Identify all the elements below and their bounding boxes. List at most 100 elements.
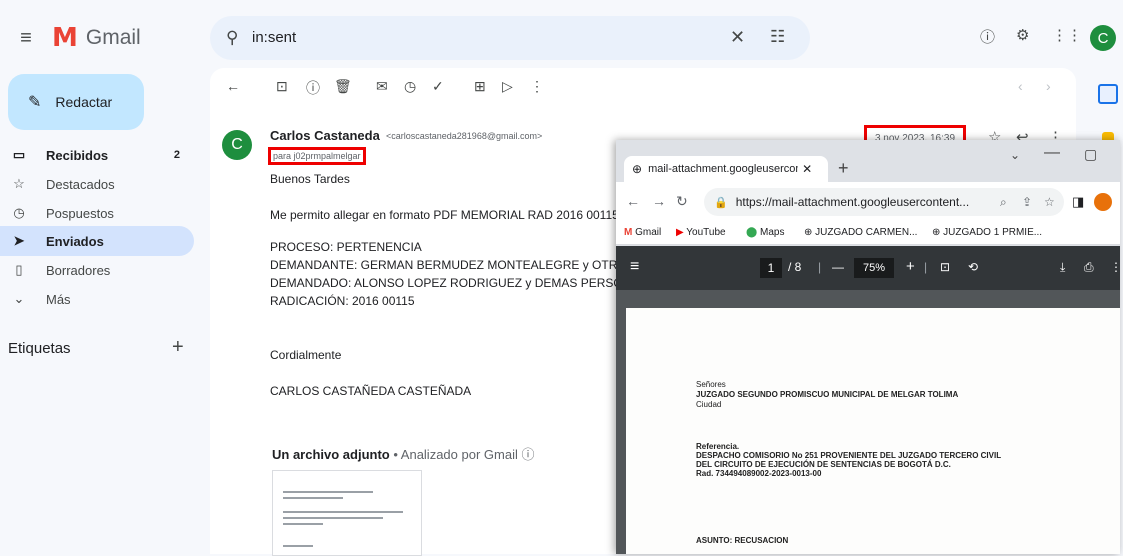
- browser-tab[interactable]: ⊕ mail-attachment.googleusercon ✕: [624, 156, 828, 182]
- compose-button[interactable]: ✎ Redactar: [8, 74, 144, 130]
- bookmark-youtube[interactable]: ▶ YouTube: [676, 227, 726, 238]
- sender-name[interactable]: Carlos Castaneda: [270, 128, 380, 143]
- zoom-level-input[interactable]: 75%: [854, 258, 894, 278]
- bookmarks-bar: M Gmail ▶ YouTube ⬤ Maps ⊕ JUZGADO CARME…: [616, 222, 1120, 245]
- pencil-icon: ✎: [28, 94, 42, 111]
- forward-icon[interactable]: →: [652, 193, 666, 209]
- separator: |: [924, 260, 928, 274]
- apps-grid-icon[interactable]: ⋮⋮: [1052, 26, 1082, 44]
- body-line: Me permito allegar en formato PDF MEMORI…: [270, 208, 619, 222]
- attachment-thumbnail[interactable]: [272, 470, 422, 556]
- unread-count: 2: [173, 149, 180, 161]
- search-input[interactable]: in:sent: [252, 29, 296, 46]
- clear-search-icon[interactable]: ✕: [730, 27, 745, 48]
- tab-search-chevron-icon[interactable]: ⌄: [1010, 148, 1020, 162]
- print-icon[interactable]: ⎙: [1084, 260, 1094, 275]
- app-name: Gmail: [85, 26, 141, 49]
- bookmark-label: JUZGADO CARMEN...: [815, 227, 918, 238]
- pdf-more-icon[interactable]: ⋮: [1110, 260, 1120, 274]
- more-options-icon[interactable]: ⋮: [530, 78, 544, 95]
- zoom-search-icon[interactable]: ⌕: [1000, 195, 1007, 210]
- bookmark-juzgado-carmen[interactable]: ⊕ JUZGADO CARMEN...: [804, 227, 917, 238]
- search-options-icon[interactable]: ☷: [770, 27, 785, 47]
- add-label-button[interactable]: +: [172, 336, 184, 359]
- maximize-icon[interactable]: ▢: [1084, 146, 1097, 163]
- newer-chevron-left-icon[interactable]: ‹: [1018, 78, 1023, 94]
- tab-title: mail-attachment.googleusercon: [648, 163, 799, 175]
- sidebar-item-inbox[interactable]: ▭ Recibidos 2: [0, 140, 194, 170]
- new-tab-icon[interactable]: +: [838, 158, 849, 179]
- gmail-logo[interactable]: M Gmail: [52, 22, 141, 54]
- profile-icon[interactable]: [1094, 193, 1112, 211]
- body-line: RADICACIÓN: 2016 00115: [270, 294, 415, 308]
- bookmark-label: JUZGADO 1 PRMIE...: [943, 227, 1043, 238]
- page-total: / 8: [788, 260, 802, 274]
- star-icon: ☆: [13, 176, 25, 191]
- calendar-side-icon[interactable]: [1098, 84, 1118, 104]
- zoom-in-icon[interactable]: +: [906, 258, 915, 275]
- older-chevron-right-icon[interactable]: ›: [1046, 78, 1051, 94]
- zoom-out-icon[interactable]: —: [832, 260, 844, 274]
- bookmark-gmail[interactable]: M Gmail: [624, 227, 661, 238]
- inbox-icon: ▭: [12, 147, 26, 162]
- sidebar-item-starred[interactable]: ☆ Destacados: [0, 169, 194, 199]
- attachment-title: Un archivo adjunto: [272, 447, 390, 462]
- browser-popup-window[interactable]: ⊕ mail-attachment.googleusercon ✕ + ⌄ — …: [616, 140, 1120, 554]
- bookmark-juzgado-1[interactable]: ⊕ JUZGADO 1 PRMIE...: [932, 227, 1042, 238]
- bookmark-star-icon[interactable]: ☆: [1044, 195, 1055, 209]
- search-bar[interactable]: ⚲ in:sent ✕ ☷: [210, 16, 810, 60]
- close-tab-icon[interactable]: ✕: [802, 162, 812, 176]
- account-avatar[interactable]: C: [1090, 25, 1116, 51]
- gmail-m-icon: M: [52, 23, 78, 53]
- delete-trash-icon[interactable]: 🗑: [334, 78, 352, 95]
- pdf-text-line: Rad. 734494089002-2023-0013-00: [696, 469, 822, 478]
- mark-unread-icon[interactable]: ✉: [376, 78, 388, 95]
- bookmark-label: YouTube: [686, 227, 726, 238]
- sender-email: <carloscastaneda281968@gmail.com>: [386, 131, 543, 141]
- move-to-icon[interactable]: ⊞: [474, 78, 486, 95]
- fit-page-icon[interactable]: ⊡: [940, 260, 950, 274]
- add-task-icon[interactable]: ✓: [432, 78, 444, 95]
- draft-file-icon: ▯: [15, 262, 23, 277]
- main-menu-icon[interactable]: ≡: [14, 26, 38, 50]
- rotate-icon[interactable]: ⟲: [968, 260, 978, 274]
- settings-gear-icon[interactable]: ⚙: [1016, 26, 1029, 44]
- body-line: PROCESO: PERTENENCIA: [270, 240, 422, 254]
- clock-icon: ◷: [13, 205, 25, 220]
- pdf-text-line: DESPACHO COMISORIO No 251 PROVENIENTE DE…: [696, 451, 1002, 460]
- reload-icon[interactable]: ↻: [676, 193, 688, 210]
- report-spam-icon[interactable]: ⓘ: [306, 78, 320, 98]
- search-icon[interactable]: ⚲: [226, 28, 238, 48]
- sidebar-item-sent[interactable]: ➤ Enviados: [0, 226, 194, 256]
- url-field[interactable]: 🔒 https://mail-attachment.googleusercont…: [704, 188, 1064, 216]
- pdf-menu-icon[interactable]: ≡: [630, 258, 639, 276]
- archive-icon[interactable]: ⊡: [276, 78, 288, 95]
- sidebar-item-more[interactable]: ⌄ Más: [0, 284, 194, 314]
- url-text: https://mail-attachment.googleuserconten…: [735, 195, 970, 209]
- label-tag-icon[interactable]: ▷: [502, 78, 513, 95]
- send-icon: ➤: [13, 233, 25, 248]
- sidebar-item-label: Más: [46, 291, 71, 307]
- separator: |: [818, 260, 822, 274]
- page-number-input[interactable]: 1: [760, 258, 782, 278]
- bookmark-label: Gmail: [635, 227, 662, 238]
- share-icon[interactable]: ⇪: [1022, 195, 1032, 209]
- sidebar-item-snoozed[interactable]: ◷ Pospuestos: [0, 198, 194, 228]
- snooze-clock-icon[interactable]: ◷: [404, 78, 416, 95]
- side-panel-icon[interactable]: ◨: [1072, 194, 1084, 210]
- attachment-note: • Analizado por Gmail ⓘ: [389, 447, 535, 462]
- globe-icon: ⊕: [632, 162, 643, 176]
- back-icon[interactable]: ←: [626, 193, 640, 209]
- minimize-icon[interactable]: —: [1044, 144, 1060, 162]
- sidebar-item-drafts[interactable]: ▯ Borradores: [0, 255, 194, 285]
- sender-avatar[interactable]: C: [222, 130, 252, 160]
- pdf-viewer[interactable]: Señores JUZGADO SEGUNDO PROMISCUO MUNICI…: [616, 290, 1120, 554]
- help-icon[interactable]: ⓘ: [980, 26, 995, 47]
- back-arrow-icon[interactable]: ←: [226, 78, 240, 94]
- bookmark-maps[interactable]: ⬤ Maps: [746, 227, 784, 238]
- compose-label: Redactar: [55, 94, 113, 110]
- pdf-text-line: JUZGADO SEGUNDO PROMISCUO MUNICIPAL DE M…: [696, 390, 959, 399]
- download-icon[interactable]: ⤓: [1060, 260, 1065, 275]
- sidebar-item-label: Borradores: [46, 262, 111, 278]
- recipients-line[interactable]: para j02prmpalmelgar: [268, 147, 366, 165]
